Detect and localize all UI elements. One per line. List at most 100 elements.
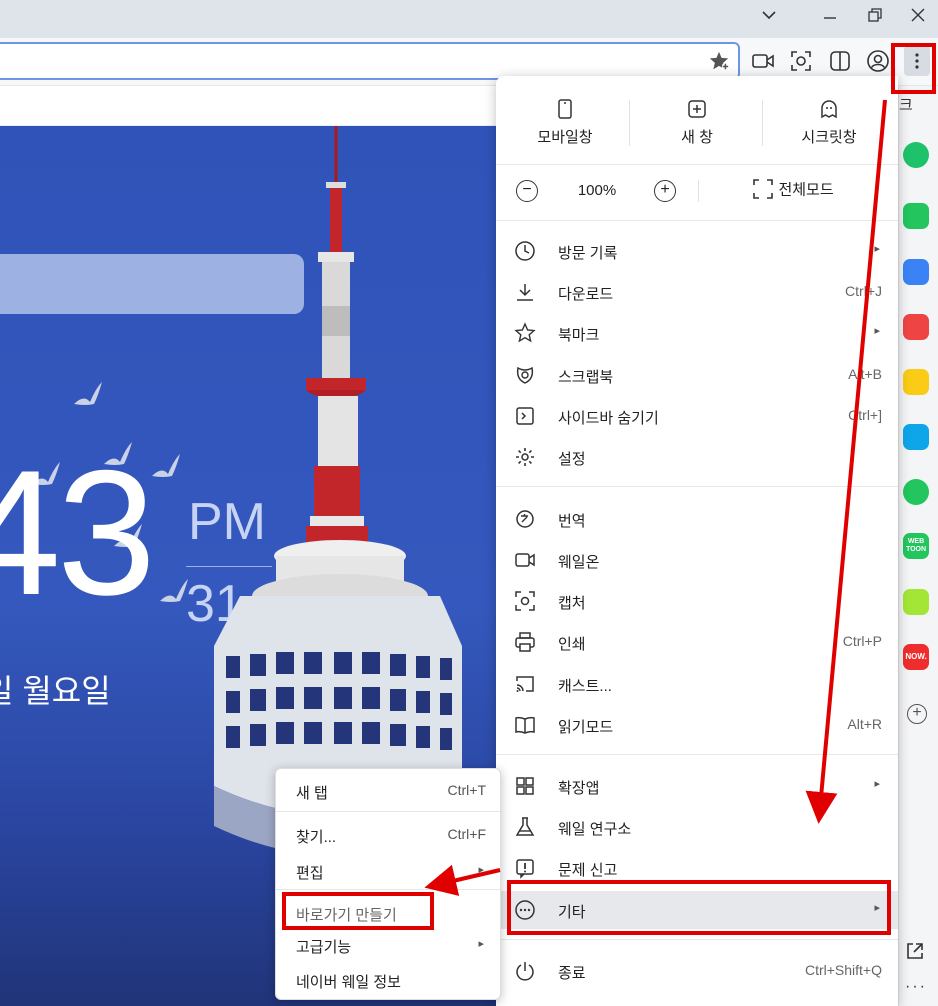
sidebar-more-icon[interactable]: ··· — [905, 978, 927, 996]
submenu-item[interactable]: 찾기... Ctrl+F — [276, 819, 500, 851]
scrapbook-icon — [516, 366, 534, 384]
menu-item-download[interactable]: 다운로드 Ctrl+J — [496, 273, 898, 311]
submenu-item[interactable]: 새 탭 Ctrl+T — [276, 775, 500, 807]
extensions-icon — [516, 777, 534, 795]
split-view-icon[interactable] — [827, 48, 853, 74]
report-icon — [516, 859, 534, 879]
menu-item-shortcut: Ctrl+] — [848, 407, 882, 423]
address-bar[interactable] — [0, 42, 740, 80]
now-app-icon[interactable]: NOW. — [903, 644, 929, 670]
submenu-item-shortcut: Ctrl+T — [447, 782, 487, 798]
menu-item-shortcut: Alt+B — [848, 366, 882, 382]
submenu-divider — [276, 889, 500, 890]
capture-icon — [515, 591, 535, 611]
menu-item-shortcut: Ctrl+P — [842, 633, 882, 649]
divider — [762, 100, 763, 146]
menu-item-label: 문제 신고 — [558, 862, 618, 879]
translate-icon — [516, 510, 534, 528]
menu-item-scrapbook[interactable]: 스크랩북 Alt+B — [496, 356, 898, 394]
submenu-arrow-icon: ▸ — [874, 325, 880, 337]
restore-icon[interactable] — [860, 4, 890, 26]
submenu-item-label: 네이버 웨일 정보 — [296, 974, 401, 991]
menu-item-label: 캐스트... — [558, 678, 612, 695]
zoom-in-button[interactable]: + — [654, 180, 676, 202]
menu-item-extensions[interactable]: 확장앱 ▸ — [496, 767, 898, 805]
menu-divider — [496, 164, 898, 165]
menu-item-sidebar-toggle[interactable]: 사이드바 숨기기 Ctrl+] — [496, 397, 898, 435]
whale-on-icon — [515, 553, 535, 567]
minimize-icon[interactable] — [815, 4, 845, 26]
briefcase-app-icon[interactable] — [903, 259, 929, 285]
more-submenu: 새 탭 Ctrl+T 찾기... Ctrl+F 편집 ▸ 바로가기 만들기 고급기능 ▸ 네이버 … — [275, 768, 501, 1000]
submenu-item[interactable]: 고급기능 ▸ — [276, 929, 500, 961]
capture-toolbar-icon[interactable] — [788, 48, 814, 74]
submenu-item[interactable]: 편집 ▸ — [276, 855, 500, 887]
new-window-button[interactable]: 새 창 — [632, 98, 762, 147]
menu-item-cast[interactable]: 캐스트... — [496, 665, 898, 703]
memo-app-icon[interactable] — [903, 589, 929, 615]
fullscreen-button[interactable]: 전체모드 — [752, 178, 834, 204]
translate-app-icon[interactable] — [903, 424, 929, 450]
book-icon — [515, 716, 535, 734]
open-external-icon[interactable] — [905, 941, 925, 966]
submenu-item-label: 새 탭 — [296, 785, 328, 802]
menu-item-flask[interactable]: 웨일 연구소 — [496, 808, 898, 846]
menu-item-gear[interactable]: 설정 — [496, 438, 898, 476]
menu-item-label: 방문 기록 — [558, 245, 618, 262]
submenu-divider — [276, 811, 500, 812]
submenu-item-label: 편집 — [296, 865, 324, 882]
menu-divider — [496, 486, 898, 487]
mobile-window-button[interactable]: 모바일창 — [500, 98, 630, 147]
menu-item-label: 번역 — [558, 513, 586, 530]
menu-item-star[interactable]: 북마크 ▸ — [496, 314, 898, 352]
menu-item-label: 스크랩북 — [558, 369, 614, 386]
secret-window-label: 시크릿창 — [801, 129, 857, 146]
tab-list-chevron-icon[interactable] — [754, 4, 784, 26]
whale-on-toolbar-icon[interactable] — [750, 48, 776, 74]
submenu-item-shortcut: Ctrl+F — [447, 826, 487, 842]
submenu-arrow-icon: ▸ — [874, 243, 880, 255]
history-icon — [515, 241, 535, 261]
download-icon — [517, 284, 533, 301]
webtoon-app-icon[interactable]: WEB TOON — [903, 533, 929, 559]
green-circle-app-icon[interactable] — [903, 142, 929, 168]
pocket-app-icon[interactable] — [903, 314, 929, 340]
menu-item-whale-on[interactable]: 웨일온 — [496, 541, 898, 579]
flask-icon — [515, 817, 535, 836]
close-icon[interactable] — [903, 4, 933, 26]
menu-divider — [496, 939, 898, 940]
new-window-icon — [688, 100, 706, 118]
menu-item-book[interactable]: 읽기모드 Alt+R — [496, 706, 898, 744]
submenu-arrow-icon: ▸ — [478, 864, 484, 876]
menu-item-label: 인쇄 — [558, 636, 586, 653]
star-app-icon[interactable] — [903, 369, 929, 395]
menu-item-label: 읽기모드 — [558, 719, 614, 736]
menu-item-capture[interactable]: 캡처 — [496, 582, 898, 620]
submenu-item[interactable]: 네이버 웨일 정보 — [276, 964, 500, 996]
menu-item-shortcut: Alt+R — [847, 716, 882, 732]
submenu-arrow-icon: ▸ — [874, 778, 880, 790]
cast-icon — [516, 676, 534, 692]
play-app-icon[interactable] — [903, 479, 929, 505]
menu-item-print[interactable]: 인쇄 Ctrl+P — [496, 623, 898, 661]
sidebar-truncated-label: 크 — [899, 97, 913, 114]
zoom-out-button[interactable]: − — [516, 180, 538, 202]
menu-item-label: 웨일 연구소 — [558, 821, 632, 838]
add-app-icon[interactable]: + — [907, 704, 927, 724]
zoom-level: 100% — [577, 182, 617, 199]
secret-window-button[interactable]: 시크릿창 — [764, 98, 894, 147]
gear-icon — [516, 448, 534, 466]
bookmark-star-icon[interactable] — [706, 48, 732, 74]
bell-app-icon[interactable] — [903, 203, 929, 229]
profile-icon[interactable] — [865, 48, 891, 74]
menu-item-translate[interactable]: 번역 — [496, 500, 898, 538]
menu-item-label: 종료 — [558, 965, 586, 982]
highlight-create-shortcut — [282, 892, 434, 930]
menu-item-label: 북마크 — [558, 327, 600, 344]
fullscreen-icon — [753, 179, 773, 199]
menu-item-history[interactable]: 방문 기록 ▸ — [496, 232, 898, 270]
menu-item-shortcut: Ctrl+Shift+Q — [804, 962, 882, 978]
menu-item-power[interactable]: 종료 Ctrl+Shift+Q — [496, 952, 898, 990]
submenu-arrow-icon: ▸ — [478, 938, 484, 950]
mobile-window-label: 모바일창 — [537, 129, 593, 146]
